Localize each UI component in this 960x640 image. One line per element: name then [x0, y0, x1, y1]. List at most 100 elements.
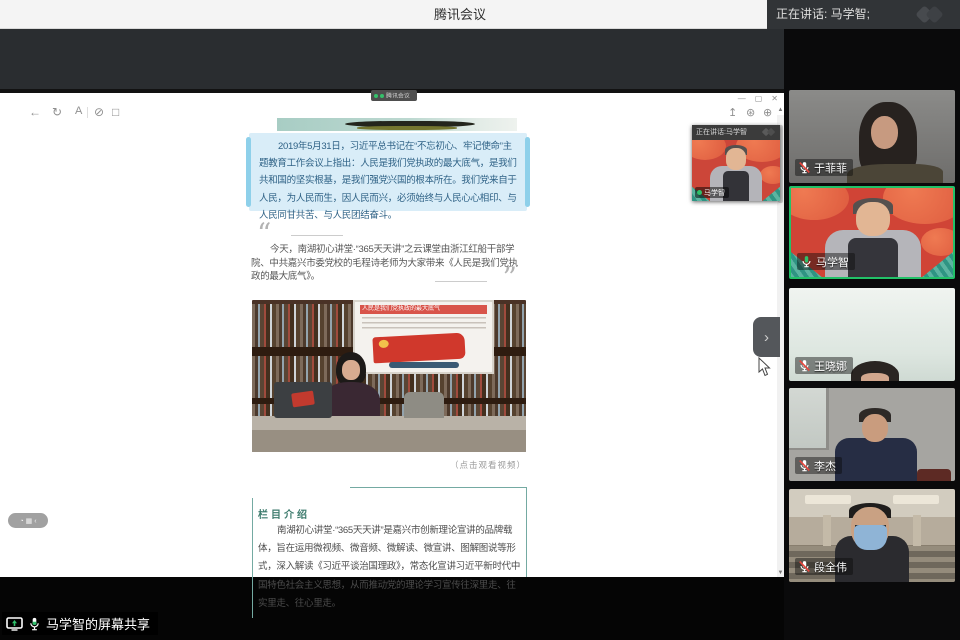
- desk-front: [252, 430, 526, 452]
- refresh-icon: ↻: [52, 105, 62, 119]
- screen-share-region[interactable]: 腾讯会议 — ▢ ✕ ← ↻ A ⊘ □ ↥ ⊛ ⊕: [0, 29, 784, 640]
- participant-name: 马学智: [816, 254, 849, 270]
- slide-title: 人民是我们党执政的最大底气: [360, 305, 487, 314]
- mic-muted-icon: [798, 560, 811, 573]
- presenter-face: [342, 360, 360, 380]
- sidebar-collapse-handle[interactable]: ›: [753, 317, 780, 357]
- badge-icon: ⊛: [746, 106, 755, 119]
- party-flag-graphic: [372, 333, 465, 364]
- overlay-logo-icon: [763, 129, 777, 136]
- participant-name: 段全伟: [814, 559, 847, 575]
- projection-screen: 人民是我们党执政的最大底气: [355, 302, 492, 372]
- person-face: [861, 373, 889, 381]
- minibar-cam-icon: [380, 94, 384, 98]
- laptop: [274, 382, 332, 418]
- restore-icon: ▢: [755, 94, 763, 104]
- scroll-down-icon: ▼: [777, 570, 784, 576]
- toolbar-divider: [87, 107, 88, 118]
- face-mask: [854, 525, 887, 550]
- participant-tile[interactable]: 于菲菲: [789, 90, 955, 183]
- quote-rule-bottom: [435, 281, 487, 282]
- shared-document-window: 腾讯会议 — ▢ ✕ ← ↻ A ⊘ □ ↥ ⊛ ⊕: [0, 89, 784, 577]
- mic-muted-icon: [798, 161, 811, 174]
- boat-hull-shape: [357, 126, 457, 130]
- mouse-cursor-icon: [758, 357, 772, 377]
- participant-label: 王晓娜: [795, 357, 853, 374]
- chair: [917, 469, 951, 481]
- shared-desktop-background: [0, 29, 784, 89]
- titlebar: 腾讯会议 正在讲话: 马学智;: [0, 0, 960, 29]
- overlay-speaking-label: 正在讲话:马学智: [696, 129, 747, 136]
- close-icon: ✕: [771, 94, 778, 104]
- screen-share-icon: [6, 617, 23, 631]
- slide-text-lines: [362, 317, 486, 331]
- tencent-meeting-logo-icon: [916, 7, 948, 22]
- mic-on-icon: [800, 255, 813, 268]
- overlay-name-chip: 马学智: [695, 187, 729, 198]
- cloud-decoration: [760, 166, 780, 184]
- speaking-indicator: 正在讲话: 马学智;: [767, 0, 960, 29]
- highlight-paragraph-text: 2019年5月31日，习近平总书记在“不忘初心、牢记使命”主题教育工作会议上指出…: [259, 138, 517, 224]
- frame-icon: □: [112, 105, 119, 119]
- participant-label: 于菲菲: [795, 159, 853, 176]
- overlay-video: 马学智: [692, 140, 780, 201]
- minibar-label: 腾讯会议: [386, 91, 410, 100]
- back-icon: ←: [29, 105, 41, 119]
- person-face: [871, 116, 898, 149]
- close-quote-icon: ”: [503, 261, 517, 294]
- cloud-decoration: [921, 228, 955, 256]
- chair: [404, 392, 444, 418]
- person-face: [856, 202, 890, 236]
- participant-name: 李杰: [814, 458, 836, 474]
- screen-share-badge: 马学智的屏幕共享: [2, 612, 158, 635]
- chevron-right-icon: ›: [764, 329, 769, 346]
- more-icon: ⊕: [763, 106, 772, 119]
- highlight-paragraph-box: 2019年5月31日，习近平总书记在“不忘初心、牢记使命”主题教育工作会议上指出…: [249, 133, 527, 211]
- speaking-label: 正在讲话: 马学智;: [776, 0, 870, 29]
- participant-tile[interactable]: 李杰: [789, 388, 955, 481]
- participants-sidebar: 于菲菲: [784, 29, 960, 640]
- participant-tile-speaking[interactable]: 马学智: [789, 186, 955, 279]
- share-icon: ↥: [728, 106, 737, 119]
- minibar-mic-icon: [374, 94, 378, 98]
- section-title: 栏目介绍: [258, 506, 310, 521]
- quote-rule-top: [291, 235, 343, 236]
- mic-level-icon: [28, 617, 41, 631]
- lecture-video-still: 人民是我们党执政的最大底气: [252, 300, 526, 452]
- scroll-up-icon: ▲: [777, 107, 784, 113]
- flag-sticker: [291, 391, 315, 408]
- person-face: [862, 414, 888, 442]
- overlay-name: 马学智: [704, 188, 725, 198]
- participant-label: 马学智: [797, 253, 855, 270]
- overlay-person-face: [726, 148, 746, 170]
- highlight-box-right-bar: [525, 137, 530, 207]
- overlay-header: 正在讲话:马学智: [692, 125, 780, 140]
- person-vest: [848, 238, 898, 279]
- video-caption: （点击观看视频）: [252, 459, 526, 471]
- minimize-icon: —: [738, 94, 746, 104]
- ime-toolbar-pill: ◔ ▦ ‹: [8, 513, 48, 528]
- pull-quote: “ 今天，南湖初心讲堂·“365天天讲”之云课堂由浙江红船干部学院、中共嘉兴市委…: [249, 221, 527, 297]
- participant-label: 李杰: [795, 457, 842, 474]
- mic-muted-icon: [798, 359, 811, 372]
- ceiling-light: [893, 495, 939, 504]
- slide-banner: [389, 362, 459, 368]
- ime-icons: ◔ ▦ ‹: [19, 517, 36, 525]
- meeting-minibar: 腾讯会议: [371, 90, 417, 101]
- ceiling-light: [805, 495, 851, 504]
- quote-text: 今天，南湖初心讲堂·“365天天讲”之云课堂由浙江红船干部学院、中共嘉兴市委党校…: [251, 243, 525, 284]
- mic-on-icon: [697, 190, 702, 195]
- window-in-background: [789, 388, 829, 450]
- participant-tile[interactable]: 段全伟: [789, 489, 955, 582]
- shared-window-controls: — ▢ ✕: [738, 94, 778, 104]
- font-size-icon: A: [75, 105, 82, 117]
- share-badge-label: 马学智的屏幕共享: [46, 614, 150, 633]
- article-header-photo: [277, 118, 517, 131]
- participant-tile[interactable]: 王晓娜: [789, 288, 955, 381]
- participant-name: 于菲菲: [814, 160, 847, 176]
- cloud-decoration: [692, 140, 726, 160]
- no-image-icon: ⊘: [94, 105, 104, 119]
- person-body: [835, 438, 917, 481]
- tencent-meeting-window: 腾讯会议 正在讲话: 马学智; 腾讯会议 — ▢ ✕ ← ↻ A: [0, 0, 960, 640]
- section-body: 南湖初心讲堂·“365天天讲”是嘉兴市创新理论宣讲的品牌载体，旨在运用微视频、微…: [258, 522, 522, 613]
